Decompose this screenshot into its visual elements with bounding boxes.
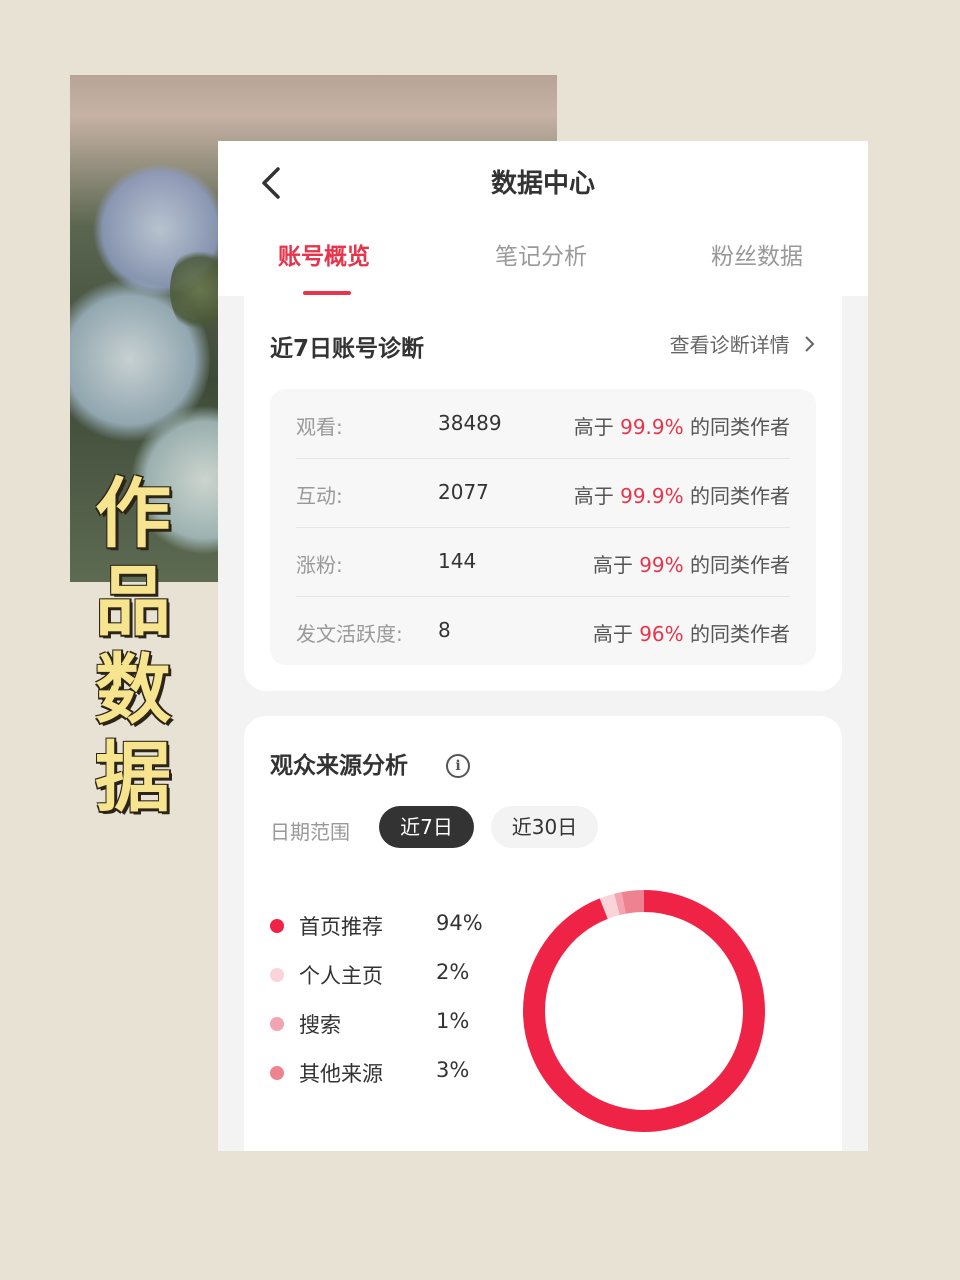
audience-source-donut-chart xyxy=(523,890,765,1132)
row-percentile: 99.9% xyxy=(620,415,684,439)
cover-title-char: 作 xyxy=(95,469,171,558)
legend-name: 个人主页 xyxy=(299,964,383,988)
row-comparison: 高于 96% 的同类作者 xyxy=(592,622,790,646)
audience-source-card: 观众来源分析 i 日期范围 近7日 近30日 首页推荐 94% 个人主页 2% … xyxy=(244,716,842,1151)
tab-note-analysis[interactable]: 笔记分析 xyxy=(495,237,587,271)
top-bar: 数据中心 账号概览 笔记分析 粉丝数据 xyxy=(218,141,868,296)
legend-dot xyxy=(270,919,284,933)
cover-title-char: 品 xyxy=(95,557,171,646)
info-icon[interactable]: i xyxy=(446,754,470,778)
view-diagnosis-detail-link[interactable]: 查看诊断详情 xyxy=(670,329,816,358)
chevron-right-icon xyxy=(805,336,815,352)
tab-account-overview[interactable]: 账号概览 xyxy=(278,237,370,271)
detail-link-label: 查看诊断详情 xyxy=(669,333,790,357)
row-label: 互动: xyxy=(296,484,343,508)
diagnosis-row-post-activity: 发文活跃度: 8 高于 96% 的同类作者 xyxy=(296,596,790,665)
diagnosis-title: 近7日账号诊断 xyxy=(270,336,425,362)
row-percentile: 99% xyxy=(639,553,684,577)
cover-title: 作 品 数 据 xyxy=(78,470,188,822)
row-percentile: 96% xyxy=(639,622,684,646)
legend-percent: 3% xyxy=(436,1058,470,1082)
range-30-days-button[interactable]: 近30日 xyxy=(491,806,598,848)
tab-bar: 账号概览 笔记分析 粉丝数据 xyxy=(218,237,868,296)
page-title: 数据中心 xyxy=(490,169,595,199)
diagnosis-row-views: 观看: 38489 高于 99.9% 的同类作者 xyxy=(296,389,790,459)
cover-title-char: 据 xyxy=(95,733,171,822)
row-comparison: 高于 99.9% 的同类作者 xyxy=(573,484,790,508)
legend-percent: 1% xyxy=(436,1009,470,1033)
active-tab-indicator xyxy=(303,291,351,295)
audience-source-title: 观众来源分析 xyxy=(270,753,408,779)
legend-name: 搜索 xyxy=(299,1013,341,1037)
diagnosis-row-interactions: 互动: 2077 高于 99.9% 的同类作者 xyxy=(296,458,790,528)
diagnosis-table: 观看: 38489 高于 99.9% 的同类作者 互动: 2077 高于 99.… xyxy=(270,389,816,665)
data-center-screen: 近7日账号诊断 查看诊断详情 观看: 38489 高于 99.9% 的同类作者 … xyxy=(218,141,868,1151)
row-value: 2077 xyxy=(438,480,489,504)
cover-title-char: 数 xyxy=(95,645,171,734)
legend-percent: 2% xyxy=(436,960,470,984)
row-label: 涨粉: xyxy=(296,553,343,577)
diagnosis-row-new-followers: 涨粉: 144 高于 99% 的同类作者 xyxy=(296,527,790,597)
range-7-days-button[interactable]: 近7日 xyxy=(379,806,474,848)
legend-dot xyxy=(270,1017,284,1031)
tab-follower-data[interactable]: 粉丝数据 xyxy=(711,237,803,271)
row-percentile: 99.9% xyxy=(620,484,684,508)
row-value: 8 xyxy=(438,618,451,642)
row-value: 38489 xyxy=(438,411,502,435)
legend-percent: 94% xyxy=(436,911,483,935)
legend-name: 首页推荐 xyxy=(299,915,383,939)
legend-dot xyxy=(270,968,284,982)
date-range-label: 日期范围 xyxy=(270,820,350,844)
row-value: 144 xyxy=(438,549,477,573)
legend-name: 其他来源 xyxy=(299,1062,383,1086)
row-label: 观看: xyxy=(296,415,343,439)
row-label: 发文活跃度: xyxy=(296,622,403,646)
account-diagnosis-card: 近7日账号诊断 查看诊断详情 观看: 38489 高于 99.9% 的同类作者 … xyxy=(244,281,842,691)
legend-dot xyxy=(270,1066,284,1080)
donut-slice-0 xyxy=(523,890,765,1132)
row-comparison: 高于 99% 的同类作者 xyxy=(592,553,790,577)
row-comparison: 高于 99.9% 的同类作者 xyxy=(573,415,790,439)
